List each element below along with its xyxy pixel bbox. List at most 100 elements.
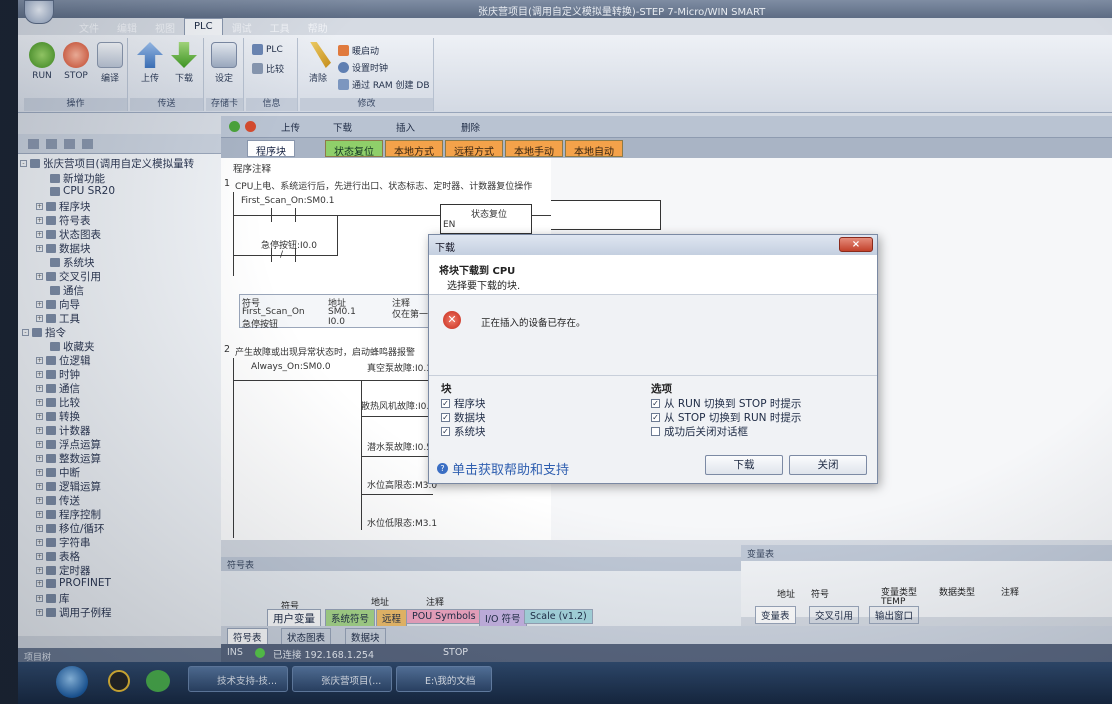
expand-icon[interactable]: +: [36, 245, 43, 252]
ram-create-db-button[interactable]: 通过 RAM 创建 DB: [338, 78, 430, 91]
taskbar-item-browser[interactable]: 技术支持-技...: [188, 666, 288, 692]
checkbox-system-block[interactable]: ✓ 系统块: [441, 424, 486, 439]
expand-icon[interactable]: +: [36, 231, 43, 238]
option-run-to-stop[interactable]: ✓ 从 RUN 切换到 STOP 时提示: [651, 396, 801, 411]
expand-icon[interactable]: +: [36, 483, 43, 490]
expand-icon[interactable]: +: [36, 441, 43, 448]
expand-icon[interactable]: +: [36, 371, 43, 378]
tab-remote-mode[interactable]: 远程方式: [445, 140, 503, 158]
tab-program-block[interactable]: 程序块: [247, 140, 295, 158]
start-button[interactable]: [56, 666, 88, 698]
help-link[interactable]: ? 单击获取帮助和支持: [437, 459, 569, 478]
symbol-table-panel[interactable]: 符号 地址 注释 用户变量 系统符号 远程 POU Symbols I/O 符号…: [221, 571, 741, 628]
tree-item-move[interactable]: + 传送: [36, 493, 80, 508]
collapse-icon[interactable]: -: [20, 160, 27, 167]
tab-variable-table[interactable]: 变量表: [755, 606, 796, 624]
compare-button[interactable]: 比较: [252, 62, 284, 75]
tab-local-auto[interactable]: 本地自动: [565, 140, 623, 158]
tree-item-table[interactable]: + 表格: [36, 549, 80, 564]
download-button[interactable]: 下载: [170, 42, 198, 84]
tab-pou-symbols[interactable]: POU Symbols: [406, 609, 482, 624]
expand-icon[interactable]: +: [36, 315, 43, 322]
tab-local-manual[interactable]: 本地手动: [505, 140, 563, 158]
expand-icon[interactable]: +: [36, 511, 43, 518]
set-clock-button[interactable]: 设置时钟: [338, 61, 388, 74]
tree-item-bit-logic[interactable]: + 位逻辑: [36, 353, 91, 368]
tree-item-call-subroutine[interactable]: + 调用子例程: [36, 605, 112, 620]
tree-item-data-block[interactable]: + 数据块: [36, 241, 91, 256]
tree-item-float-math[interactable]: + 浮点运算: [36, 437, 101, 452]
tree-item-timer[interactable]: + 定时器: [36, 563, 91, 578]
taskbar-item-explorer[interactable]: E:\我的文档: [396, 666, 492, 692]
tab-output-window[interactable]: 输出窗口: [869, 606, 920, 624]
plc-info-button[interactable]: PLC: [252, 44, 283, 55]
expand-icon[interactable]: +: [36, 539, 43, 546]
tree-item-symbol-table[interactable]: + 符号表: [36, 213, 91, 228]
expand-icon[interactable]: +: [36, 609, 43, 616]
expand-icon[interactable]: +: [36, 301, 43, 308]
tree-item-logic-ops[interactable]: + 逻辑运算: [36, 479, 101, 494]
tab-debug[interactable]: 调试: [223, 18, 261, 35]
tree-item-communication[interactable]: 通信: [50, 283, 84, 298]
expand-icon[interactable]: +: [36, 525, 43, 532]
tree-item-profinet[interactable]: + PROFINET: [36, 577, 111, 589]
toolbar-delete[interactable]: 删除: [461, 120, 480, 134]
tree-item-tools[interactable]: + 工具: [36, 311, 80, 326]
run-small-icon[interactable]: [229, 121, 240, 132]
tree-item-clock[interactable]: + 时钟: [36, 367, 80, 382]
tree-item-program-block[interactable]: + 程序块: [36, 199, 91, 214]
tree-item-cpu[interactable]: CPU SR20: [50, 185, 115, 197]
taskbar-item-microwin[interactable]: 张庆营项目(...: [292, 666, 392, 692]
tree-item-shift-rotate[interactable]: + 移位/循环: [36, 521, 105, 536]
checkbox-data-block[interactable]: ✓ 数据块: [441, 410, 486, 425]
tab-io-symbols[interactable]: I/O 符号: [479, 609, 527, 627]
expand-icon[interactable]: +: [36, 427, 43, 434]
checkbox-program-block[interactable]: ✓ 程序块: [441, 396, 486, 411]
expand-icon[interactable]: +: [36, 553, 43, 560]
warm-start-button[interactable]: 暖启动: [338, 44, 379, 57]
tree-item-system-block[interactable]: 系统块: [50, 255, 95, 270]
tab-system-symbols[interactable]: 系统符号: [325, 609, 376, 627]
variable-table-panel[interactable]: 地址 符号 变量类型 数据类型 注释 TEMP 变量表 交叉引用 输出窗口: [741, 561, 1112, 624]
tab-view[interactable]: 视图: [146, 18, 184, 35]
expand-icon[interactable]: +: [36, 385, 43, 392]
clear-button[interactable]: 清除: [304, 42, 332, 84]
run-button[interactable]: RUN: [28, 42, 56, 81]
compile-button[interactable]: 编译: [96, 42, 124, 84]
insert-icon[interactable]: [64, 139, 75, 149]
delete-icon[interactable]: [82, 139, 93, 149]
tree-item-cross-ref[interactable]: + 交叉引用: [36, 269, 101, 284]
function-block[interactable]: 状态复位 EN: [440, 204, 532, 234]
expand-icon[interactable]: +: [36, 357, 43, 364]
qq-icon[interactable]: [108, 670, 130, 692]
tree-item-instructions[interactable]: - 指令: [22, 325, 66, 340]
stop-button[interactable]: STOP: [62, 42, 90, 81]
tree-item-comm-instr[interactable]: + 通信: [36, 381, 80, 396]
tree-item-interrupt[interactable]: + 中断: [36, 465, 80, 480]
tree-item-status-chart[interactable]: + 状态图表: [36, 227, 101, 242]
expand-icon[interactable]: +: [36, 399, 43, 406]
tree-root[interactable]: - 张庆营项目(调用自定义模拟量转: [20, 156, 194, 171]
dialog-cancel-button[interactable]: 关闭: [789, 455, 867, 475]
tree-item-convert[interactable]: + 转换: [36, 409, 80, 424]
memcard-setup-button[interactable]: 设定: [210, 42, 238, 84]
tab-cross-reference[interactable]: 交叉引用: [809, 606, 860, 624]
tab-remote[interactable]: 远程: [376, 609, 408, 627]
tree-item-library[interactable]: + 库: [36, 591, 70, 606]
tree-item-favorites[interactable]: 收藏夹: [50, 339, 95, 354]
expand-icon[interactable]: +: [36, 469, 43, 476]
tab-help[interactable]: 帮助: [299, 18, 337, 35]
tab-edit[interactable]: 编辑: [108, 18, 146, 35]
expand-icon[interactable]: +: [36, 579, 43, 587]
tab-scale[interactable]: Scale (v1.2): [524, 609, 593, 624]
tab-state-reset[interactable]: 状态复位: [325, 140, 383, 158]
tab-file[interactable]: 文件: [70, 18, 108, 35]
expand-icon[interactable]: +: [36, 203, 43, 210]
tab-plc[interactable]: PLC: [184, 18, 223, 35]
expand-icon[interactable]: +: [36, 273, 43, 280]
expand-icon[interactable]: +: [36, 455, 43, 462]
tree-item-new-features[interactable]: 新增功能: [50, 171, 105, 186]
tree-item-program-control[interactable]: + 程序控制: [36, 507, 101, 522]
toolbar-insert[interactable]: 插入: [396, 120, 415, 134]
application-button[interactable]: [24, 0, 54, 24]
